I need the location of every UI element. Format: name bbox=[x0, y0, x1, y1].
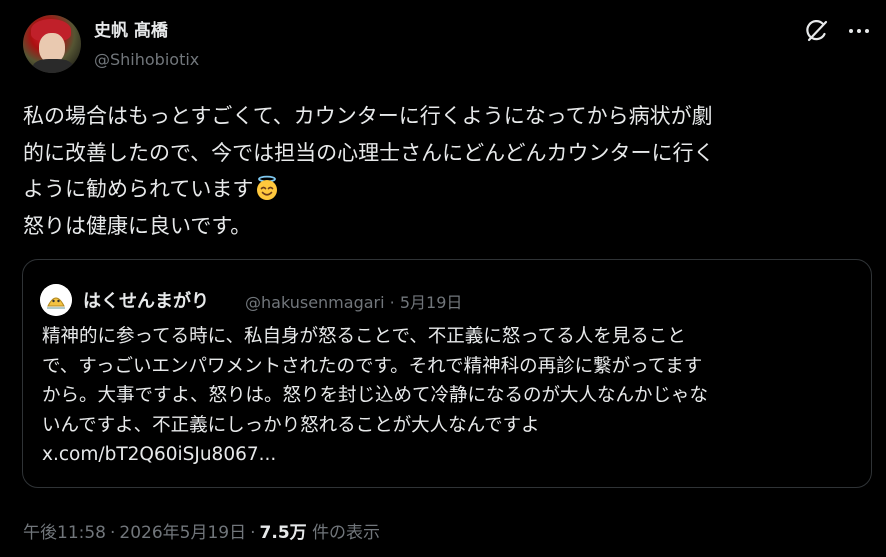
post-footer: 午後11:58 · 2026年5月19日 · 7.5万 件の表示 bbox=[23, 518, 380, 543]
post-date[interactable]: 2026年5月19日 bbox=[119, 523, 246, 543]
quoted-post-card[interactable]: はくせんまがり @hakusenmagari · 5月19日 精神的に参ってる時… bbox=[22, 259, 872, 488]
post-text-line: 怒りは健康に良いです。 bbox=[23, 213, 252, 238]
post-text-line: ように勧められています bbox=[23, 171, 873, 208]
quoted-post-link[interactable]: x.com/bT2Q60iSJu8067... bbox=[42, 440, 862, 470]
quoted-author-avatar[interactable] bbox=[40, 284, 72, 316]
post-text: 私の場合はもっとすごくて、カウンターに行くようになってから病状が劇 的に改善した… bbox=[23, 98, 873, 244]
quoted-text-line: いんですよ、不正義にしっかり怒れることが大人なんですよ bbox=[42, 414, 540, 436]
author-handle[interactable]: @Shihobiotix bbox=[94, 50, 199, 69]
post-text-segment: ように勧められています bbox=[23, 177, 254, 201]
views-label[interactable]: 件の表示 bbox=[312, 523, 380, 543]
footer-separator: · bbox=[110, 523, 116, 543]
author-display-name[interactable]: 史帆 髙橋 bbox=[94, 16, 168, 41]
quoted-author-display-name[interactable]: はくせんまがり bbox=[83, 287, 209, 313]
avatar-scarf bbox=[33, 59, 73, 73]
quoted-text-line: から。大事ですよ、怒りは。怒りを封じ込めて冷静になるのが大人なんかじゃな bbox=[42, 385, 709, 406]
post-text-line: 私の場合はもっとすごくて、カウンターに行くようになってから病状が劇 bbox=[23, 104, 713, 128]
views-count[interactable]: 7.5万 bbox=[260, 523, 307, 543]
footer-separator: · bbox=[250, 523, 256, 543]
post-text-line: 的に改善したので、今では担当の心理士さんにどんどんカウンターに行く bbox=[23, 140, 715, 165]
quoted-text-line: で、すっごいエンパワメントされたのです。それで精神科の再診に繋がってます bbox=[42, 355, 703, 377]
quoted-post-meta: @hakusenmagari · 5月19日 bbox=[245, 289, 462, 313]
more-icon[interactable] bbox=[846, 20, 872, 42]
grok-icon[interactable] bbox=[804, 18, 830, 44]
quoted-text-line: 精神的に参ってる時に、私自身が怒ることで、不正義に怒ってる人を見ること bbox=[42, 326, 686, 347]
quoted-post-text: 精神的に参ってる時に、私自身が怒ることで、不正義に怒ってる人を見ること で、すっ… bbox=[42, 322, 862, 470]
quoted-author-handle[interactable]: @hakusenmagari bbox=[245, 293, 385, 312]
smiling-face-with-halo-emoji bbox=[254, 175, 280, 201]
quoted-post-date[interactable]: 5月19日 bbox=[400, 293, 463, 312]
post-time[interactable]: 午後11:58 bbox=[23, 523, 106, 543]
meta-separator: · bbox=[389, 293, 395, 312]
author-avatar[interactable] bbox=[23, 15, 81, 73]
